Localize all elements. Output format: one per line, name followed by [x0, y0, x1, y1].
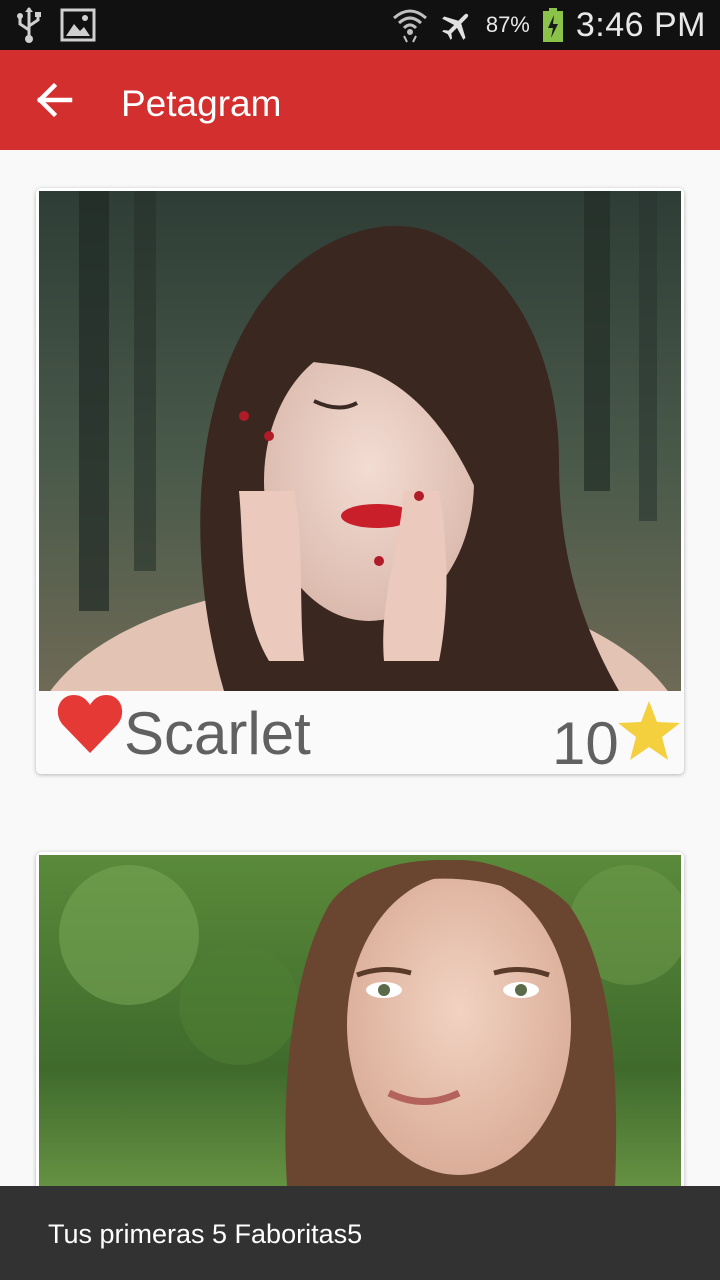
back-button[interactable] — [30, 78, 82, 122]
arrow-left-icon — [36, 82, 73, 118]
like-button[interactable] — [56, 691, 124, 755]
app-title: Petagram — [121, 83, 282, 124]
pet-card-footer: Scarlet 10 — [36, 691, 684, 774]
pet-photo — [39, 855, 681, 1212]
pet-card: Scarlet 10 — [36, 188, 684, 774]
status-bar: 87% 3:46 PM — [0, 0, 720, 50]
star-icon — [618, 701, 680, 760]
airplane-icon — [441, 13, 469, 40]
pet-card — [36, 852, 684, 1212]
pet-rating: 10 — [552, 710, 619, 774]
snackbar: Tus primeras 5 Faboritas5 — [0, 1186, 720, 1280]
wifi-icon — [392, 9, 427, 43]
battery-percent: 87% — [485, 12, 530, 37]
pet-name: Scarlet — [124, 700, 311, 767]
snackbar-message: Tus primeras 5 Faboritas5 — [48, 1219, 363, 1249]
heart-icon — [57, 695, 123, 753]
pet-photo — [39, 191, 681, 691]
clock: 3:46 PM — [575, 5, 706, 44]
usb-icon — [17, 7, 41, 43]
image-icon — [60, 8, 96, 42]
app-bar: Petagram — [0, 50, 720, 150]
battery-charging-icon — [542, 8, 563, 42]
